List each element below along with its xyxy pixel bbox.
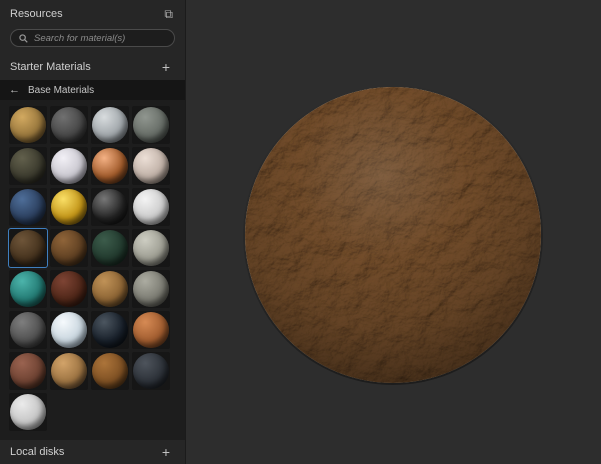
orange-clay-sphere-icon (133, 312, 169, 348)
material-thumb-gold-fabric[interactable] (9, 106, 47, 144)
brown-wood-sphere-icon (92, 353, 128, 389)
material-thumb-dark-moss[interactable] (91, 229, 129, 267)
material-thumb-snow[interactable] (50, 311, 88, 349)
material-thumb-black-plastic[interactable] (91, 188, 129, 226)
search-icon (19, 33, 28, 43)
material-thumb-brown-wood[interactable] (91, 352, 129, 390)
material-thumb-brushed-metal[interactable] (91, 106, 129, 144)
app-window: Resources ⧉ Starter Materials + ← Base M… (0, 0, 601, 464)
material-thumb-dark-concrete[interactable] (50, 106, 88, 144)
material-thumb-light-stone[interactable] (132, 229, 170, 267)
white-marble-sphere-icon (133, 189, 169, 225)
black-pearl-sphere-icon (92, 312, 128, 348)
add-local-disk-button[interactable]: + (159, 445, 173, 459)
black-plastic-sphere-icon (92, 189, 128, 225)
undock-panel-icon[interactable]: ⧉ (164, 8, 173, 20)
starter-materials-label: Starter Materials (10, 61, 91, 73)
dark-dirt-sphere-icon (10, 230, 46, 266)
material-thumb-tan-leather[interactable] (50, 352, 88, 390)
breadcrumb-label: Base Materials (28, 84, 95, 96)
light-stone-sphere-icon (133, 230, 169, 266)
material-thumb-dark-brick[interactable] (50, 270, 88, 308)
brushed-metal-sphere-icon (92, 107, 128, 143)
material-thumb-black-pearl[interactable] (91, 311, 129, 349)
material-thumb-gray-rock[interactable] (132, 270, 170, 308)
materials-grid (0, 100, 185, 436)
dark-moss-sphere-icon (92, 230, 128, 266)
material-thumb-dark-slate[interactable] (132, 352, 170, 390)
olive-asphalt-sphere-icon (10, 148, 46, 184)
resources-header: Resources ⧉ (0, 0, 185, 25)
material-thumb-blue-fabric[interactable] (9, 188, 47, 226)
material-thumb-pink-granite[interactable] (132, 147, 170, 185)
gray-rock-sphere-icon (133, 271, 169, 307)
resources-title: Resources (10, 8, 63, 20)
search-row (0, 25, 185, 55)
material-thumb-teal-paint[interactable] (9, 270, 47, 308)
white-ceramic-sphere-icon (51, 148, 87, 184)
dark-brick-sphere-icon (51, 271, 87, 307)
material-thumb-white-marble[interactable] (132, 188, 170, 226)
rough-sand-sphere-icon (92, 271, 128, 307)
material-thumb-rough-mud[interactable] (50, 229, 88, 267)
material-thumb-gray-asphalt[interactable] (9, 311, 47, 349)
material-thumb-orange-clay[interactable] (132, 311, 170, 349)
material-thumb-olive-asphalt[interactable] (9, 147, 47, 185)
white-plaster-sphere-icon (10, 394, 46, 430)
material-thumb-dark-dirt[interactable] (9, 229, 47, 267)
snow-sphere-icon (51, 312, 87, 348)
sphere-geometry (245, 87, 541, 383)
gray-asphalt-sphere-icon (10, 312, 46, 348)
polished-copper-sphere-icon (92, 148, 128, 184)
sage-rubber-sphere-icon (133, 107, 169, 143)
rough-mud-sphere-icon (51, 230, 87, 266)
material-thumb-polished-copper[interactable] (91, 147, 129, 185)
material-thumb-terracotta[interactable] (9, 352, 47, 390)
material-preview-sphere[interactable] (243, 85, 543, 385)
viewport-3d[interactable] (186, 0, 601, 464)
breadcrumb[interactable]: ← Base Materials (0, 80, 185, 100)
search-box[interactable] (10, 29, 175, 47)
gold-fabric-sphere-icon (10, 107, 46, 143)
material-thumb-rough-sand[interactable] (91, 270, 129, 308)
local-disks-row: Local disks + (0, 440, 185, 464)
pink-granite-sphere-icon (133, 148, 169, 184)
material-thumb-sage-rubber[interactable] (132, 106, 170, 144)
starter-materials-row: Starter Materials + (0, 55, 185, 79)
search-input[interactable] (34, 32, 166, 44)
dirt-sphere-render (245, 87, 541, 383)
blue-fabric-sphere-icon (10, 189, 46, 225)
back-arrow-icon[interactable]: ← (9, 84, 20, 96)
teal-paint-sphere-icon (10, 271, 46, 307)
materials-panel: ← Base Materials (0, 80, 185, 440)
terracotta-sphere-icon (10, 353, 46, 389)
add-starter-material-button[interactable]: + (159, 60, 173, 74)
local-disks-label: Local disks (10, 446, 65, 458)
dark-concrete-sphere-icon (51, 107, 87, 143)
material-thumb-white-plaster[interactable] (9, 393, 47, 431)
dark-slate-sphere-icon (133, 353, 169, 389)
material-thumb-white-ceramic[interactable] (50, 147, 88, 185)
material-thumb-polished-gold[interactable] (50, 188, 88, 226)
tan-leather-sphere-icon (51, 353, 87, 389)
resources-sidebar: Resources ⧉ Starter Materials + ← Base M… (0, 0, 186, 464)
polished-gold-sphere-icon (51, 189, 87, 225)
